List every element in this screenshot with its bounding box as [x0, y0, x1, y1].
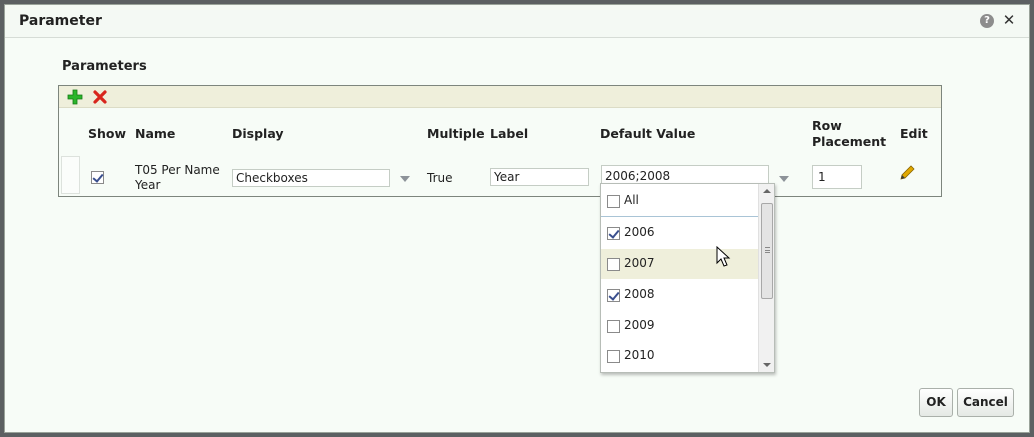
parameter-dialog: Parameter ? ✕ — [4, 4, 1030, 433]
row-selector[interactable] — [61, 156, 80, 194]
dropdown-item[interactable]: 2008 — [601, 280, 758, 310]
header-name: Name — [135, 126, 176, 141]
add-icon[interactable] — [67, 89, 83, 105]
cancel-button[interactable]: Cancel — [957, 388, 1014, 417]
dialog-title: Parameter — [19, 13, 102, 29]
delete-icon[interactable] — [92, 89, 108, 105]
display-select[interactable]: Checkboxes — [232, 169, 390, 187]
header-display: Display — [232, 126, 284, 141]
header-multiple: Multiple — [427, 126, 485, 141]
header-row-placement-line1: Row — [812, 118, 842, 133]
multiple-value: True — [427, 171, 453, 185]
item-checkbox[interactable] — [607, 350, 620, 363]
chevron-down-icon[interactable] — [779, 176, 789, 182]
dropdown-item-label: 2010 — [624, 348, 655, 362]
close-icon[interactable]: ✕ — [1002, 11, 1016, 29]
dropdown-item-label: All — [624, 193, 639, 207]
dropdown-item-label: 2006 — [624, 225, 655, 239]
row-placement-input[interactable]: 1 — [812, 165, 862, 189]
dialog-titlebar: Parameter ? ✕ — [5, 5, 1029, 38]
item-checkbox[interactable] — [607, 289, 620, 302]
default-value-dropdown: All 2006 2007 2008 2009 2010 — [600, 183, 775, 373]
header-row-placement-line2: Placement — [812, 134, 887, 149]
dropdown-scrollbar[interactable] — [758, 184, 774, 372]
header-show: Show — [88, 126, 127, 141]
dropdown-item-all[interactable]: All — [601, 186, 758, 216]
scroll-thumb[interactable] — [761, 203, 773, 299]
dropdown-item-label: 2009 — [624, 318, 655, 332]
name-line1: T05 Per Name — [135, 163, 220, 177]
dropdown-item[interactable]: 2010 — [601, 341, 758, 371]
item-checkbox[interactable] — [607, 258, 620, 271]
dropdown-item-label: 2007 — [624, 256, 655, 270]
chevron-down-icon[interactable] — [400, 176, 410, 182]
mouse-cursor-icon — [716, 246, 731, 267]
header-label: Label — [490, 126, 529, 141]
all-checkbox[interactable] — [607, 195, 620, 208]
dropdown-item-label: 2008 — [624, 287, 655, 301]
header-default-value: Default Value — [600, 126, 696, 141]
dropdown-item[interactable]: 2006 — [601, 218, 758, 248]
item-checkbox[interactable] — [607, 227, 620, 240]
scroll-up-icon[interactable] — [763, 189, 771, 193]
pencil-icon[interactable] — [898, 164, 916, 182]
item-checkbox[interactable] — [607, 320, 620, 333]
dropdown-separator — [601, 216, 758, 217]
scroll-down-icon[interactable] — [763, 363, 771, 367]
parameters-table: Show Name Display Multiple Label Default… — [58, 85, 942, 197]
dropdown-item[interactable]: 2009 — [601, 311, 758, 341]
show-checkbox[interactable] — [91, 171, 104, 184]
grip-icon — [765, 247, 770, 253]
dropdown-item[interactable]: 2007 — [601, 249, 758, 279]
header-edit: Edit — [900, 126, 928, 141]
ok-button[interactable]: OK — [919, 388, 953, 417]
name-line2: Year — [135, 178, 161, 192]
section-title: Parameters — [62, 59, 147, 74]
label-input[interactable]: Year — [490, 168, 589, 186]
table-toolbar — [59, 86, 941, 108]
help-icon[interactable]: ? — [980, 14, 994, 28]
